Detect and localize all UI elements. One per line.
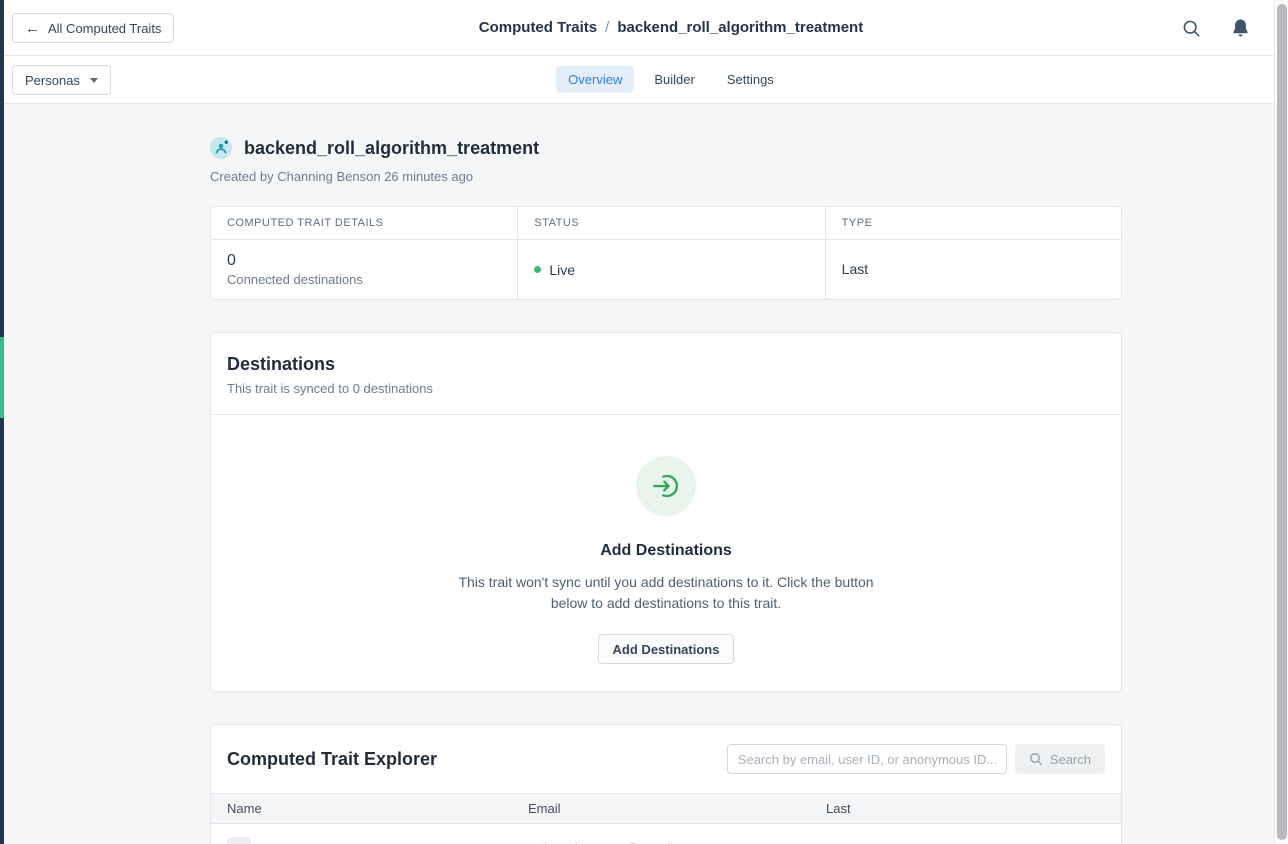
destinations-title: Destinations	[227, 354, 1105, 375]
page-title: backend_roll_algorithm_treatment	[244, 138, 539, 159]
user-email: arthur.chapman@gmail.com	[528, 840, 703, 844]
search-button-label: Search	[1050, 752, 1091, 767]
add-destinations-button[interactable]: Add Destinations	[598, 634, 735, 664]
details-header-type: TYPE	[825, 207, 1121, 240]
add-destination-arrow-icon	[636, 456, 696, 516]
status-badge: Live	[549, 262, 575, 278]
details-header-trait-details: COMPUTED TRAIT DETAILS	[211, 207, 517, 240]
search-icon	[1029, 752, 1043, 766]
page-scrollbar[interactable]	[1274, 0, 1288, 844]
destinations-card-header: Destinations This trait is synced to 0 d…	[211, 333, 1121, 415]
details-header-status: STATUS	[517, 207, 824, 240]
app-window: ← All Computed Traits Computed Traits / …	[4, 0, 1274, 844]
explorer-header: Computed Trait Explorer Search	[211, 725, 1121, 793]
table-row[interactable]: AC Arthur Chapman arthur.chapman@gmail.c…	[211, 824, 1121, 844]
avatar: AC	[227, 837, 251, 844]
trait-title-row: backend_roll_algorithm_treatment	[210, 137, 1122, 159]
breadcrumb-current: backend_roll_algorithm_treatment	[617, 19, 863, 36]
computed-trait-icon	[210, 137, 232, 159]
breadcrumb-parent[interactable]: Computed Traits	[479, 19, 597, 36]
destinations-subtitle: This trait is synced to 0 destinations	[227, 381, 1105, 396]
connected-destinations-count: 0	[227, 252, 501, 270]
explorer-header-name: Name	[211, 794, 512, 824]
destinations-empty-state: Add Destinations This trait won't sync u…	[211, 415, 1121, 691]
details-row: 0 Connected destinations Live Last	[211, 240, 1121, 299]
trait-details-table: COMPUTED TRAIT DETAILS STATUS TYPE 0 Con…	[210, 206, 1122, 300]
search-icon[interactable]	[1182, 19, 1201, 38]
explorer-search-button[interactable]: Search	[1015, 744, 1105, 774]
collapsed-sidebar[interactable]	[0, 0, 4, 844]
top-bar: ← All Computed Traits Computed Traits / …	[4, 0, 1274, 56]
destinations-card: Destinations This trait is synced to 0 d…	[210, 332, 1122, 692]
scrollbar-thumb[interactable]	[1277, 4, 1287, 840]
explorer-header-last: Last	[810, 794, 1121, 824]
tab-builder[interactable]: Builder	[642, 66, 706, 93]
breadcrumb: Computed Traits / backend_roll_algorithm…	[36, 19, 1288, 36]
notifications-bell-icon[interactable]	[1231, 18, 1250, 38]
topbar-actions	[1182, 0, 1250, 56]
empty-state-title: Add Destinations	[600, 542, 732, 560]
breadcrumb-separator: /	[605, 19, 609, 36]
explorer-title: Computed Trait Explorer	[227, 749, 727, 770]
tab-settings[interactable]: Settings	[715, 66, 786, 93]
main-content: backend_roll_algorithm_treatment Created…	[210, 104, 1122, 844]
connected-destinations-label: Connected destinations	[227, 272, 501, 287]
explorer-header-email: Email	[512, 794, 810, 824]
trait-explorer-card: Computed Trait Explorer Search Name Emai…	[210, 724, 1122, 844]
created-by-text: Created by Channing Benson 26 minutes ag…	[210, 169, 1122, 184]
tab-overview[interactable]: Overview	[556, 66, 634, 93]
trait-type-value: Last	[842, 261, 868, 277]
sidebar-active-indicator	[0, 337, 4, 418]
explorer-table: Name Email Last AC Arthur Chapman ar	[211, 793, 1121, 844]
page-tabs: Overview Builder Settings	[36, 66, 1288, 93]
live-status-dot	[534, 266, 541, 273]
tab-bar: Personas Overview Builder Settings	[4, 56, 1274, 104]
explorer-search-input[interactable]	[727, 744, 1007, 774]
empty-state-description: This trait won't sync until you add dest…	[440, 572, 892, 614]
